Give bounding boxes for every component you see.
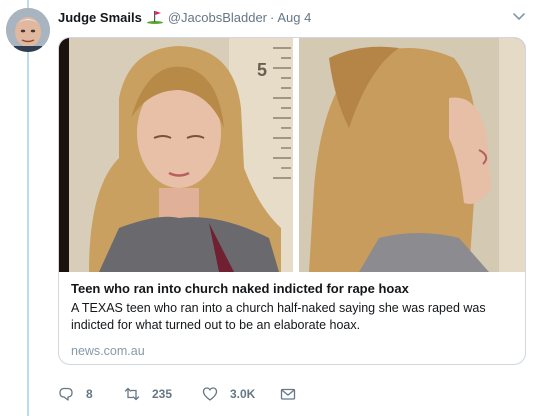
- reply-icon: [59, 387, 73, 401]
- avatar[interactable]: [6, 8, 50, 52]
- separator-dot: ·: [270, 9, 275, 25]
- like-button[interactable]: 3.0K: [202, 386, 280, 402]
- tweet-date[interactable]: Aug 4: [277, 10, 311, 25]
- tweet-actions: 8 235 3.0K: [58, 384, 308, 404]
- card-domain: news.com.au: [71, 344, 145, 358]
- card-title: Teen who ran into church naked indicted …: [71, 281, 409, 296]
- message-icon: [280, 388, 296, 400]
- display-name[interactable]: Judge Smails: [58, 10, 142, 25]
- handle[interactable]: @JacobsBladder: [168, 10, 267, 25]
- golf-flag-emoji: [146, 10, 164, 24]
- link-card[interactable]: 5 Teen who ran into church naked indicte…: [58, 37, 526, 365]
- reply-button[interactable]: 8: [58, 386, 124, 402]
- retweet-count: 235: [152, 387, 173, 401]
- reply-count: 8: [86, 387, 93, 401]
- retweet-button[interactable]: 235: [124, 386, 202, 402]
- like-count: 3.0K: [230, 387, 256, 401]
- chevron-down-icon[interactable]: [512, 12, 526, 22]
- tweet-header: Judge Smails @JacobsBladder · Aug 4: [58, 8, 311, 26]
- card-description: A TEXAS teen who ran into a church half-…: [71, 301, 486, 332]
- thread-line: [27, 0, 29, 416]
- height-marker-label: 5: [257, 60, 267, 80]
- retweet-icon: [124, 387, 140, 401]
- direct-message-button[interactable]: [280, 386, 308, 402]
- heart-icon: [202, 387, 218, 401]
- card-image: 5: [59, 38, 525, 272]
